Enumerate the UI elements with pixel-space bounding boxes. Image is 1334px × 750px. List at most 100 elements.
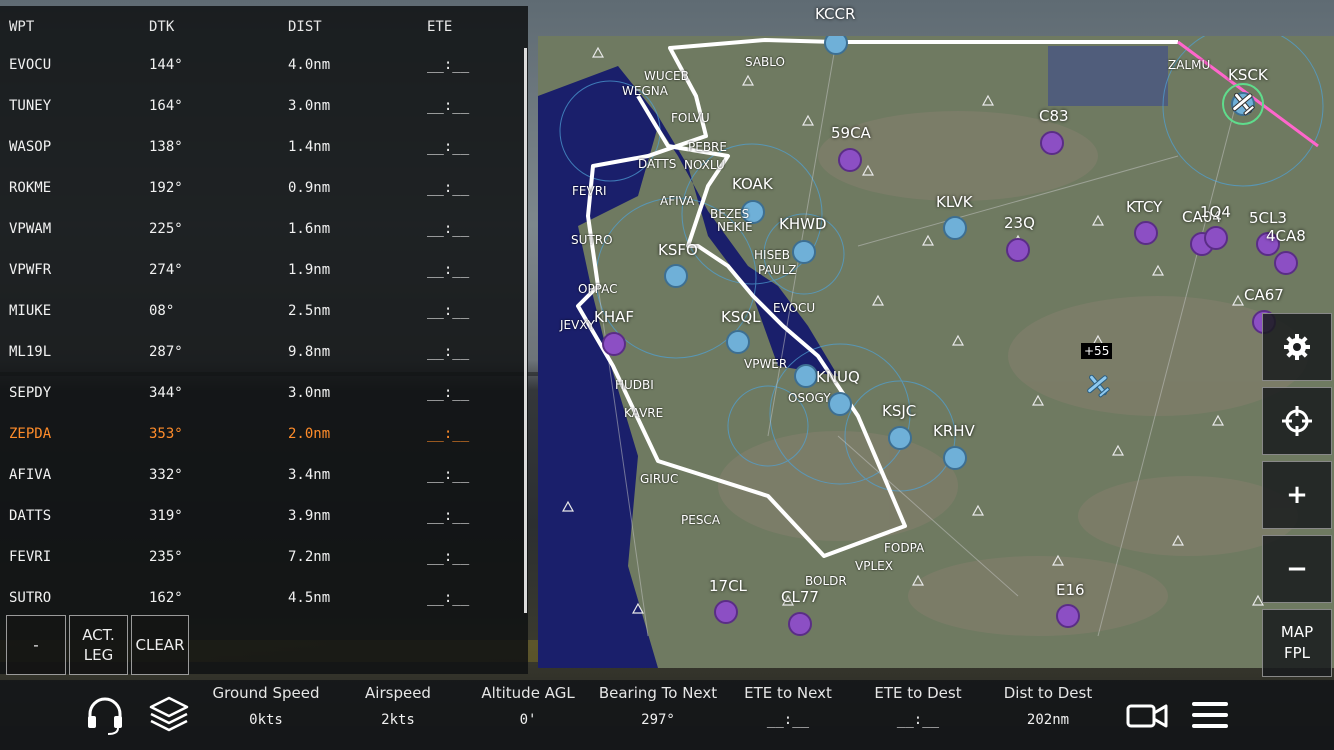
waypoint-label: NOXLU	[684, 158, 725, 172]
waypoint-label: PAULZ	[758, 263, 797, 277]
airport-4ca8-marker[interactable]	[1274, 251, 1298, 275]
activate-leg-button[interactable]: ACT. LEG	[69, 615, 128, 675]
traffic-aircraft-icon[interactable]	[1083, 371, 1113, 399]
stat-value: __:__	[896, 712, 940, 728]
settings-button[interactable]	[1262, 313, 1332, 381]
flight-plan-row[interactable]: ROKME 192° 0.9nm __:__	[0, 167, 524, 208]
waypoint-label: SABLO	[745, 55, 785, 69]
status-bar: Ground Speed 0kts Airspeed 2kts Altitude…	[0, 680, 1334, 750]
flight-plan-row[interactable]: SUTRO 162° 4.5nm __:__	[0, 577, 524, 618]
airport-ksql-marker[interactable]	[726, 330, 750, 354]
row-wpt: ML19L	[9, 344, 52, 360]
waypoint-label: PESCA	[681, 513, 721, 527]
flight-plan-row[interactable]: DATTS 319° 3.9nm __:__	[0, 495, 524, 536]
label-5cl3: 5CL3	[1249, 209, 1287, 227]
label-17cl: 17CL	[709, 577, 747, 595]
flight-plan-row-active[interactable]: ZEPDA 353° 2.0nm __:__	[0, 413, 524, 454]
stat-label: Ground Speed	[212, 684, 320, 702]
airport-khwd-marker[interactable]	[792, 240, 816, 264]
row-dtk: 225°	[149, 221, 183, 237]
bay-water	[538, 66, 838, 668]
layers-icon[interactable]	[147, 694, 191, 738]
airport-krhv-marker[interactable]	[943, 446, 967, 470]
flight-plan-row[interactable]: VPWFR 274° 1.9nm __:__	[0, 249, 524, 290]
stat-value: __:__	[766, 712, 810, 728]
stat-value: 202nm	[1026, 712, 1070, 728]
row-dist: 3.9nm	[288, 508, 331, 524]
airport-17cl-marker[interactable]	[714, 600, 738, 624]
label-e16: E16	[1056, 581, 1085, 599]
stat-value: 297°	[641, 712, 675, 728]
row-ete: __:__	[427, 180, 470, 196]
row-wpt: ROKME	[9, 180, 52, 196]
row-ete: __:__	[427, 590, 470, 606]
airport-cl77-marker[interactable]	[788, 612, 812, 636]
urban-dots	[1048, 46, 1168, 106]
label-1q4: 1Q4	[1200, 203, 1231, 221]
flight-plan-row[interactable]: MIUKE 08° 2.5nm __:__	[0, 290, 524, 331]
map-fpl-label-1: MAP	[1280, 623, 1314, 641]
row-dtk: 144°	[149, 57, 183, 73]
row-dtk: 319°	[149, 508, 183, 524]
moving-map[interactable]: KSCK KOAK KHWD KSFO KSQL KNUQ KSJC KRHV …	[538, 36, 1334, 668]
row-wpt: WASOP	[9, 139, 52, 155]
row-dist: 3.0nm	[288, 385, 331, 401]
stat-ground-speed: Ground Speed 0kts	[201, 684, 331, 728]
camera-icon[interactable]	[1126, 700, 1168, 732]
airport-c83-marker[interactable]	[1040, 131, 1064, 155]
row-dist: 2.0nm	[288, 426, 331, 442]
row-dtk: 08°	[149, 303, 175, 319]
flight-plan-row[interactable]: ML19L 287° 9.8nm __:__	[0, 331, 524, 372]
zoom-in-button[interactable]: +	[1262, 461, 1332, 529]
clear-button[interactable]: CLEAR	[131, 615, 189, 675]
airport-59ca-marker[interactable]	[838, 148, 862, 172]
center-map-button[interactable]	[1262, 387, 1332, 455]
waypoint-label: HUDBI	[615, 378, 654, 392]
waypoint-label: FOLVU	[671, 111, 710, 125]
zoom-out-button[interactable]: −	[1262, 535, 1332, 603]
flight-plan-row[interactable]: WASOP 138° 1.4nm __:__	[0, 126, 524, 167]
label-klvk: KLVK	[936, 193, 973, 211]
headset-icon[interactable]	[84, 694, 126, 736]
flight-plan-scrollbar[interactable]	[524, 48, 527, 613]
waypoint-label: HISEB	[754, 248, 790, 262]
airport-ksjc-marker[interactable]	[888, 426, 912, 450]
airport-knuq-marker[interactable]	[828, 392, 852, 416]
airport-ksfo-marker[interactable]	[664, 264, 688, 288]
flight-plan-row[interactable]: AFIVA 332° 3.4nm __:__	[0, 454, 524, 495]
row-dist: 1.9nm	[288, 262, 331, 278]
map-fpl-toggle-button[interactable]: MAP FPL	[1262, 609, 1332, 677]
airport-ktcy-marker[interactable]	[1134, 221, 1158, 245]
traffic-altitude-tag: +55	[1081, 343, 1113, 359]
row-dist: 1.4nm	[288, 139, 331, 155]
stat-bearing-to-next: Bearing To Next 297°	[593, 684, 723, 728]
flight-plan-panel: WPT DTK DIST ETE EVOCU 144° 4.0nm __:__ …	[0, 6, 528, 674]
airport-klvk-marker[interactable]	[943, 216, 967, 240]
label-kccr: KCCR	[815, 5, 856, 23]
row-dtk: 332°	[149, 467, 183, 483]
flight-plan-row[interactable]: VPWAM 225° 1.6nm __:__	[0, 208, 524, 249]
airport-vpw-marker[interactable]	[794, 364, 818, 388]
act-leg-label-2: LEG	[83, 646, 114, 664]
airport-khaf-marker[interactable]	[602, 332, 626, 356]
menu-icon[interactable]	[1190, 698, 1230, 732]
waypoint-label: JEVXY	[560, 318, 595, 332]
flight-plan-list: EVOCU 144° 4.0nm __:__ TUNEY 164° 3.0nm …	[0, 44, 524, 618]
waypoint-label: EVOCU	[773, 301, 816, 315]
airport-23q-marker[interactable]	[1006, 238, 1030, 262]
flight-plan-row[interactable]: EVOCU 144° 4.0nm __:__	[0, 44, 524, 85]
flight-plan-row[interactable]: SEPDY 344° 3.0nm __:__	[0, 372, 524, 413]
flight-plan-row[interactable]: TUNEY 164° 3.0nm __:__	[0, 85, 524, 126]
row-wpt: SUTRO	[9, 590, 52, 606]
delete-waypoint-button[interactable]: -	[6, 615, 66, 675]
stat-label: Dist to Dest	[1003, 684, 1093, 702]
airport-e16-marker[interactable]	[1056, 604, 1080, 628]
row-dtk: 287°	[149, 344, 183, 360]
label-c83: C83	[1039, 107, 1069, 125]
label-23q: 23Q	[1004, 214, 1035, 232]
label-ksfo: KSFO	[658, 241, 698, 259]
airport-1q4-marker[interactable]	[1204, 226, 1228, 250]
row-ete: __:__	[427, 303, 470, 319]
flight-plan-row[interactable]: FEVRI 235° 7.2nm __:__	[0, 536, 524, 577]
row-dist: 4.0nm	[288, 57, 331, 73]
